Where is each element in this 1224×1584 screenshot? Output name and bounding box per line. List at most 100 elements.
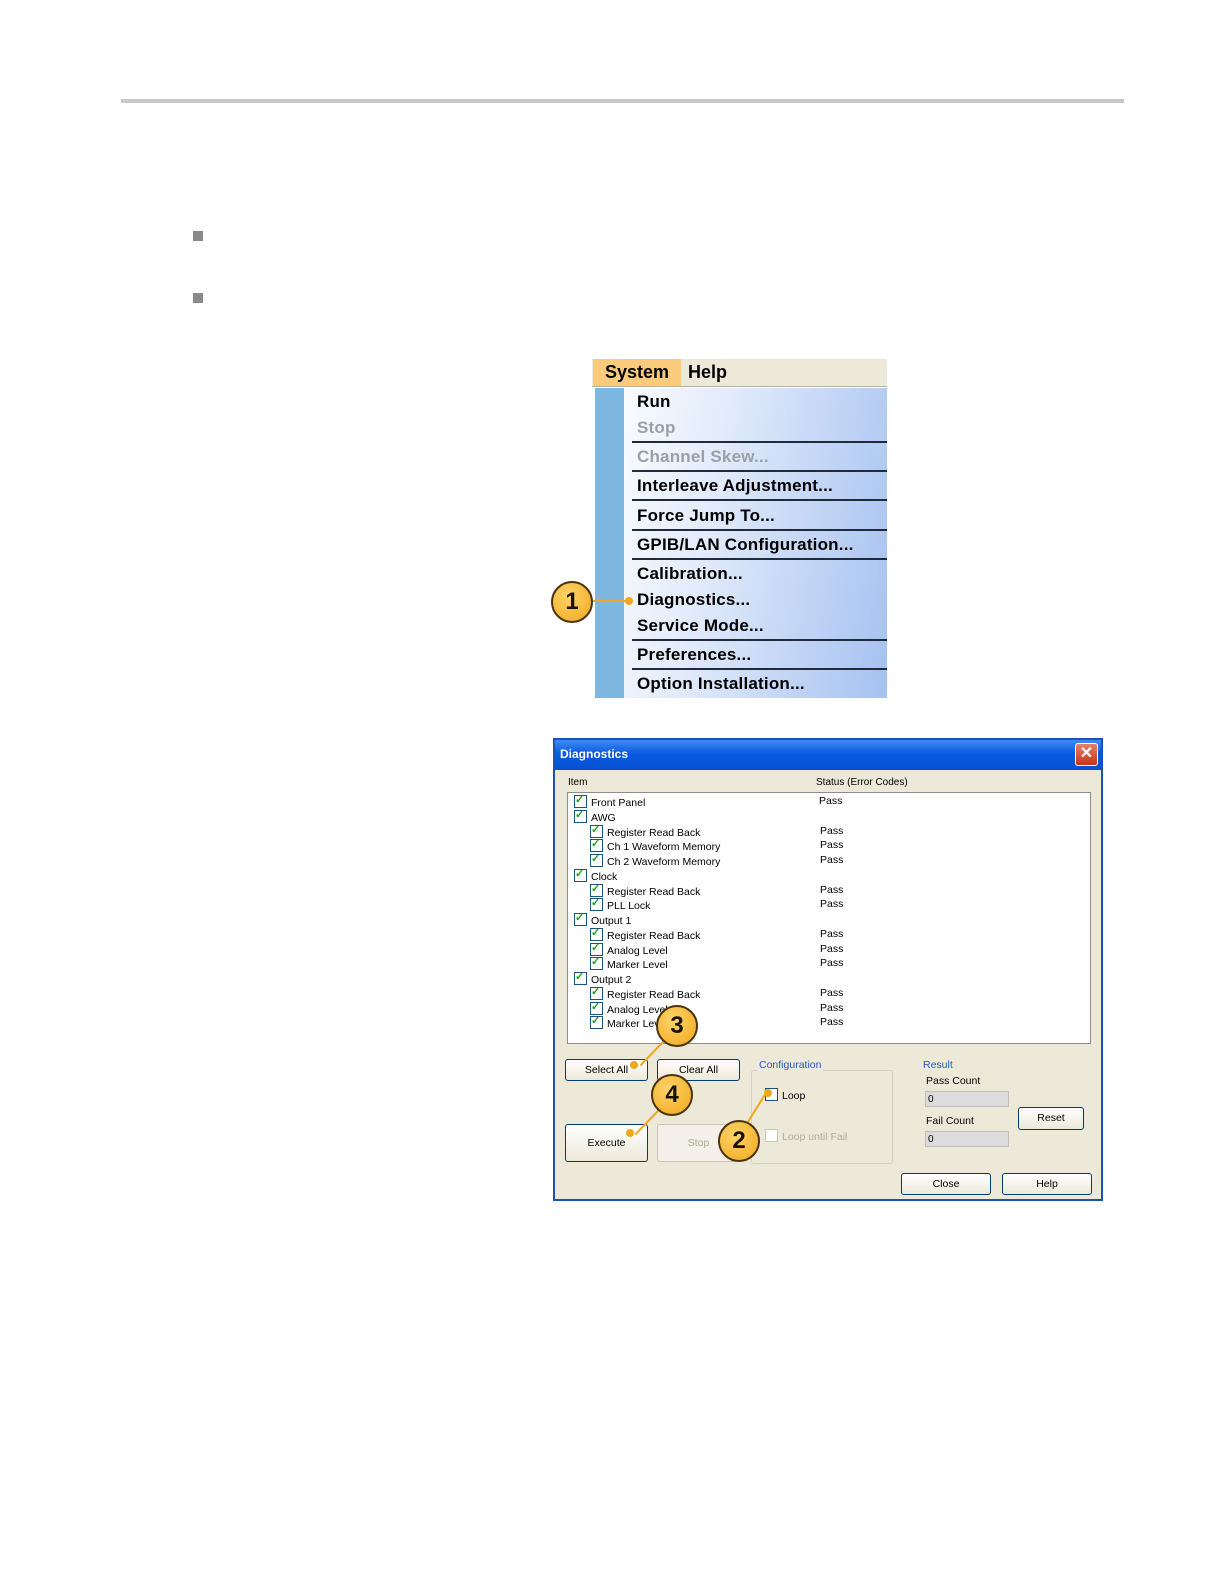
menu-separator	[632, 529, 887, 531]
item-status: Pass	[820, 824, 844, 837]
menu-system[interactable]: System	[593, 359, 682, 386]
item-checkbox[interactable]	[574, 911, 587, 926]
close-icon[interactable]: ✕	[1075, 743, 1098, 766]
menu-item-run[interactable]: Run	[637, 392, 671, 412]
item-label: Front Panel	[591, 797, 646, 809]
list-item[interactable]: Front Panel	[574, 793, 646, 810]
list-item[interactable]: Register Read Back	[590, 882, 701, 899]
menu-item-stop[interactable]: Stop	[637, 418, 676, 438]
menu-side-strip	[595, 388, 624, 698]
list-item[interactable]: Register Read Back	[590, 985, 701, 1002]
configuration-group	[751, 1070, 893, 1164]
list-item[interactable]: Register Read Back	[590, 823, 701, 840]
item-label: Register Read Back	[607, 885, 701, 898]
diagnostics-item-list[interactable]: Front PanelPassAWGRegister Read BackPass…	[567, 792, 1091, 1044]
dialog-title-bar: Diagnostics ✕	[555, 740, 1101, 770]
item-label: Marker Level	[607, 959, 668, 972]
list-item[interactable]: Analog Level	[590, 1000, 668, 1017]
configuration-label: Configuration	[757, 1059, 824, 1071]
close-button[interactable]: Close	[901, 1173, 991, 1195]
menu-bar: System Help	[592, 359, 887, 387]
fail-count-field: 0	[925, 1131, 1009, 1147]
item-checkbox[interactable]	[590, 941, 603, 956]
menu-item-channel-skew[interactable]: Channel Skew...	[637, 447, 769, 467]
menu-item-diagnostics[interactable]: Diagnostics...	[637, 590, 750, 610]
item-checkbox[interactable]	[590, 1000, 603, 1015]
list-item[interactable]: Analog Level	[590, 941, 668, 958]
item-checkbox[interactable]	[574, 867, 587, 882]
item-status: Pass	[820, 1016, 844, 1029]
pass-count-field: 0	[925, 1091, 1009, 1107]
loop-until-fail-option[interactable]: Loop until Fail	[765, 1129, 847, 1143]
item-label: Analog Level	[607, 944, 668, 957]
item-status: Pass	[820, 1001, 844, 1014]
list-item[interactable]: Marker Level	[590, 955, 668, 972]
callout-1: 1	[551, 581, 593, 623]
menu-item-service-mode[interactable]: Service Mode...	[637, 616, 764, 636]
item-checkbox[interactable]	[590, 837, 603, 853]
reset-button[interactable]: Reset	[1018, 1107, 1084, 1130]
item-checkbox[interactable]	[590, 823, 603, 838]
item-status: Pass	[820, 839, 844, 852]
menu-item-interleave-adjustment[interactable]: Interleave Adjustment...	[637, 476, 833, 496]
menu-item-calibration[interactable]: Calibration...	[637, 564, 743, 584]
column-header-status: Status (Error Codes)	[816, 777, 908, 788]
item-checkbox[interactable]	[574, 970, 587, 985]
callout-1-dot	[625, 597, 633, 605]
help-button[interactable]: Help	[1002, 1173, 1092, 1195]
callout-2-dot	[764, 1089, 772, 1097]
item-label: Register Read Back	[607, 826, 701, 839]
item-label: Register Read Back	[607, 929, 701, 942]
menu-help[interactable]: Help	[676, 359, 739, 386]
menu-item-option-installation[interactable]: Option Installation...	[637, 674, 805, 694]
loop-label: Loop	[782, 1090, 806, 1102]
item-checkbox[interactable]	[574, 793, 587, 808]
item-checkbox[interactable]	[590, 852, 603, 867]
item-checkbox[interactable]	[590, 1014, 603, 1030]
menu-item-gpib-lan-configuration[interactable]: GPIB/LAN Configuration...	[637, 535, 854, 555]
bullet-1	[193, 231, 203, 241]
list-item[interactable]: Output 1	[574, 911, 631, 928]
pass-count-label: Pass Count	[926, 1075, 981, 1087]
item-checkbox[interactable]	[590, 955, 603, 971]
item-label: Ch 1 Waveform Memory	[607, 841, 721, 854]
callout-3: 3	[656, 1005, 698, 1047]
item-label: PLL Lock	[607, 900, 651, 913]
item-checkbox[interactable]	[590, 926, 603, 941]
list-item[interactable]: PLL Lock	[590, 896, 651, 913]
callout-4: 4	[651, 1074, 693, 1116]
loop-until-fail-checkbox[interactable]	[765, 1129, 778, 1142]
item-label: Register Read Back	[607, 988, 701, 1001]
item-status: Pass	[820, 883, 844, 896]
item-label: Ch 2 Waveform Memory	[607, 856, 721, 868]
system-menu: System Help Run Stop Channel Skew... Int…	[592, 359, 888, 699]
item-checkbox[interactable]	[590, 882, 603, 897]
item-checkbox[interactable]	[574, 808, 587, 823]
item-checkbox[interactable]	[590, 896, 603, 912]
menu-separator	[632, 558, 887, 560]
item-status: Pass	[820, 986, 844, 999]
item-status: Pass	[820, 957, 844, 970]
loop-until-fail-label: Loop until Fail	[782, 1131, 848, 1143]
dialog-title: Diagnostics	[560, 747, 629, 761]
menu-separator	[632, 441, 887, 443]
menu-item-preferences[interactable]: Preferences...	[637, 645, 751, 665]
top-rule	[121, 99, 1124, 103]
list-item[interactable]: Ch 1 Waveform Memory	[590, 837, 721, 854]
execute-button[interactable]: Execute	[565, 1124, 648, 1162]
callout-1-leader	[591, 600, 628, 602]
result-label: Result	[923, 1059, 953, 1071]
item-status: Pass	[820, 927, 844, 940]
callout-2: 2	[718, 1120, 760, 1162]
menu-separator	[632, 668, 887, 670]
column-header-item: Item	[568, 777, 588, 788]
system-dropdown: Run Stop Channel Skew... Interleave Adju…	[595, 388, 887, 698]
callout-3-dot	[630, 1061, 638, 1069]
item-status: Pass	[820, 898, 844, 911]
item-status: Pass	[820, 942, 844, 955]
list-item[interactable]: Register Read Back	[590, 926, 701, 943]
item-checkbox[interactable]	[590, 985, 603, 1000]
menu-item-force-jump-to[interactable]: Force Jump To...	[637, 506, 775, 526]
list-item[interactable]: Output 2	[574, 970, 631, 987]
list-item[interactable]: Ch 2 Waveform Memory	[590, 852, 721, 869]
